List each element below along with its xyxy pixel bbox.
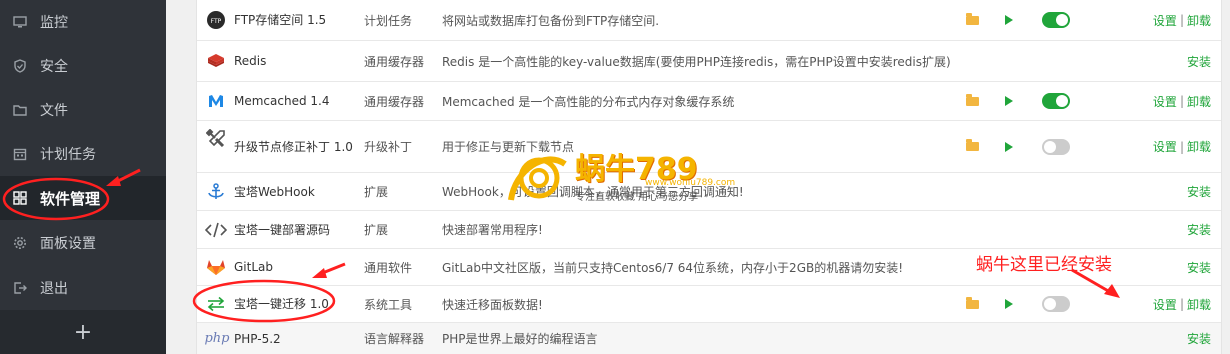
arrowhead-icon <box>312 268 327 278</box>
arrowhead-icon <box>1104 284 1120 298</box>
annotation-note: 蜗牛这里已经安装 <box>976 255 1112 275</box>
arrowhead-icon <box>106 176 121 186</box>
annotation-overlay <box>2 168 1120 323</box>
highlight-ellipse-software <box>2 177 110 221</box>
highlight-ellipse-migrate <box>192 279 336 323</box>
